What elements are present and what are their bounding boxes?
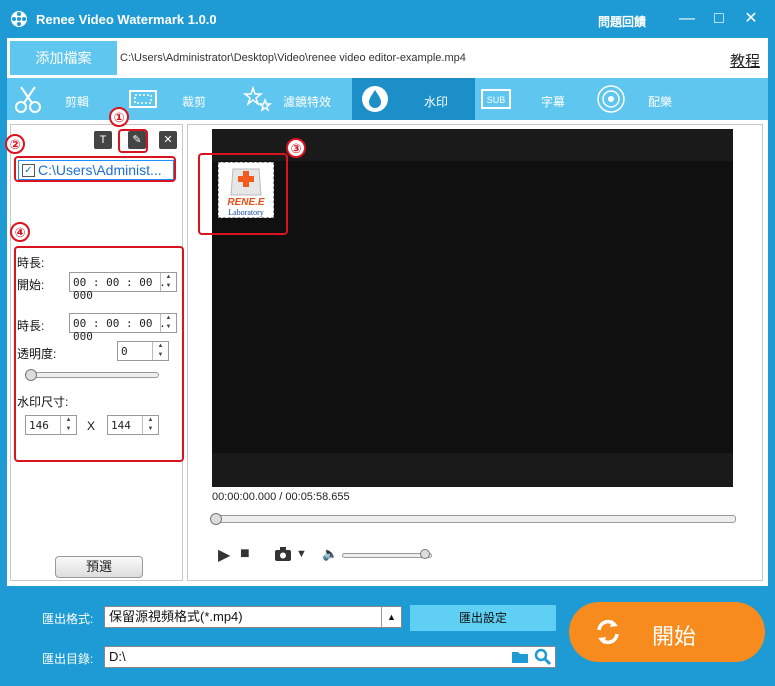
main-area: T ✎ ✕ ✓ C:\Users\Administ... 時長: 開始: 00 :… — [5, 107, 768, 586]
tab-label: 水印 — [424, 95, 449, 109]
tab-watermark[interactable]: 水印 — [352, 78, 475, 120]
feedback-link[interactable]: 問題回饋 — [598, 13, 646, 30]
export-bar: 匯出格式: 保留源視頻格式(*.mp4) ▲ 匯出設定 匯出目錄: D:\ 開始 — [0, 586, 775, 686]
water-drop-icon — [362, 86, 388, 112]
camera-icon[interactable] — [274, 546, 292, 562]
maximize-button[interactable]: □ — [708, 9, 730, 29]
play-icon[interactable]: ▶ — [218, 545, 230, 565]
scissors-icon — [15, 86, 41, 113]
tab-music[interactable]: 配樂 — [590, 78, 705, 120]
volume-icon[interactable]: 🔈 — [322, 546, 338, 562]
tab-label: 字幕 — [541, 95, 566, 109]
folder-icon[interactable] — [511, 649, 529, 665]
tab-subtitle[interactable]: SUB 字幕 — [475, 78, 590, 120]
seek-knob[interactable] — [210, 513, 222, 525]
tab-filters[interactable]: 濾鏡特效 — [237, 78, 352, 120]
marker-2: ② — [5, 134, 25, 154]
video-preview: RENE.E Laboratory — [212, 129, 733, 487]
marker-3: ③ — [286, 138, 306, 158]
tab-label: 濾鏡特效 — [283, 95, 332, 109]
add-text-watermark-icon[interactable]: T — [94, 131, 112, 149]
crop-icon — [129, 90, 157, 108]
file-row: 添加檔案 C:\Users\Administrator\Desktop\Vide… — [7, 38, 768, 78]
callout-box-4 — [14, 246, 184, 462]
subtitle-icon: SUB — [481, 89, 511, 109]
audio-icon — [597, 85, 625, 113]
tab-label: 剪輯 — [65, 95, 90, 109]
video-frame — [212, 161, 733, 453]
format-select[interactable]: 保留源視頻格式(*.mp4) ▲ — [104, 606, 402, 628]
tab-clip[interactable]: 剪輯 — [7, 78, 122, 120]
volume-knob[interactable] — [419, 549, 430, 559]
dir-label: 匯出目錄: — [42, 652, 94, 666]
preview-panel: RENE.E Laboratory ③ 00:00:00.000 / 00:05… — [187, 124, 763, 581]
camera-dropdown-icon[interactable]: ▼ — [296, 548, 307, 560]
tab-label: 裁剪 — [182, 95, 207, 109]
file-path: C:\Users\Administrator\Desktop\Video\ren… — [120, 52, 466, 64]
refresh-icon — [597, 619, 619, 645]
close-button[interactable]: ✕ — [740, 9, 762, 29]
start-button[interactable]: 開始 — [569, 602, 765, 662]
svg-text:SUB: SUB — [487, 95, 506, 105]
stop-icon[interactable]: ■ — [240, 545, 250, 563]
tutorial-link[interactable]: 教程 — [730, 50, 760, 71]
minimize-button[interactable]: — — [676, 9, 698, 29]
callout-box-3 — [198, 153, 288, 235]
preview-button[interactable]: 預選 — [55, 556, 143, 578]
export-settings-button[interactable]: 匯出設定 — [410, 605, 556, 631]
start-label: 開始 — [652, 624, 697, 649]
marker-4: ④ — [10, 222, 30, 242]
format-value: 保留源視頻格式(*.mp4) — [109, 609, 243, 624]
volume-slider[interactable] — [342, 553, 432, 558]
search-icon[interactable] — [534, 648, 552, 666]
film-reel-icon — [11, 11, 27, 27]
output-dir-input[interactable]: D:\ — [104, 646, 556, 668]
delete-watermark-icon[interactable]: ✕ — [159, 131, 177, 149]
output-dir-value: D:\ — [109, 649, 126, 664]
time-display: 00:00:00.000 / 00:05:58.655 — [212, 491, 350, 503]
title-bar: Renee Video Watermark 1.0.0 問題回饋 — □ ✕ — [0, 0, 775, 38]
seek-bar[interactable] — [212, 515, 736, 523]
add-file-button[interactable]: 添加檔案 — [10, 41, 117, 75]
tab-label: 配樂 — [648, 95, 673, 109]
callout-box-1 — [118, 129, 148, 153]
format-label: 匯出格式: — [42, 612, 94, 626]
marker-1: ① — [109, 107, 129, 127]
stars-icon — [242, 85, 273, 112]
callout-box-2 — [14, 156, 176, 182]
app-title: Renee Video Watermark 1.0.0 — [36, 12, 217, 27]
tab-crop[interactable]: 裁剪 — [122, 78, 237, 120]
dropdown-arrow-icon[interactable]: ▲ — [381, 607, 401, 627]
